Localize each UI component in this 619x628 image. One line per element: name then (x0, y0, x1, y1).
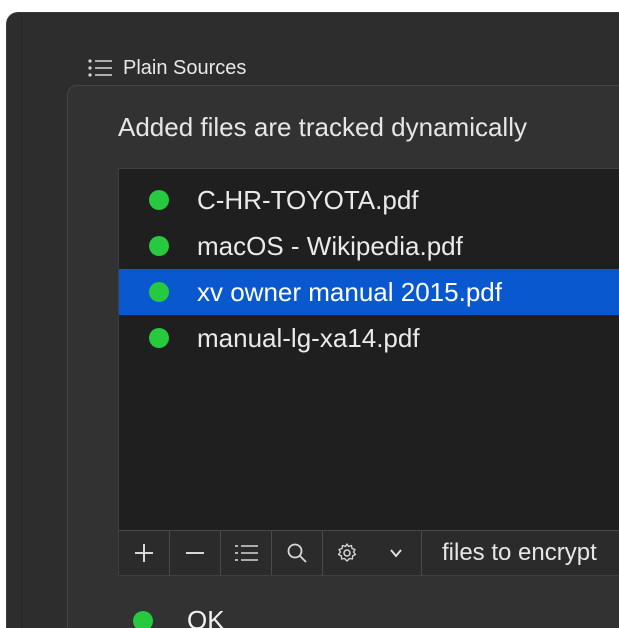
file-list[interactable]: C-HR-TOYOTA.pdf macOS - Wikipedia.pdf xv… (118, 168, 619, 532)
status-text: OK (187, 605, 225, 628)
search-icon (286, 542, 308, 564)
list-icon (87, 58, 113, 78)
list-item[interactable]: macOS - Wikipedia.pdf (119, 223, 619, 269)
gear-icon (335, 541, 359, 565)
add-button[interactable] (119, 531, 170, 575)
status-dot (149, 282, 169, 302)
status-dot (149, 236, 169, 256)
list-item-selected[interactable]: xv owner manual 2015.pdf (119, 269, 619, 315)
status-dot (149, 190, 169, 210)
status-dot (149, 328, 169, 348)
window-edge (21, 13, 22, 628)
file-name: C-HR-TOYOTA.pdf (197, 185, 419, 216)
plus-icon (133, 542, 155, 564)
file-name: xv owner manual 2015.pdf (197, 277, 502, 308)
list-options-button[interactable] (221, 531, 272, 575)
list-item[interactable]: manual-lg-xa14.pdf (119, 315, 619, 361)
plain-sources-group: Added files are tracked dynamically C-HR… (67, 85, 619, 628)
list-item[interactable]: C-HR-TOYOTA.pdf (119, 177, 619, 223)
app-window: Plain Sources Added files are tracked dy… (6, 12, 619, 628)
minus-icon (184, 542, 206, 564)
description-text: Added files are tracked dynamically (118, 112, 527, 143)
status-indicator: OK (133, 605, 225, 628)
list-toolbar: files to encrypt (118, 530, 619, 576)
section-title: Plain Sources (123, 57, 246, 80)
settings-button[interactable] (323, 531, 371, 575)
settings-dropdown-button[interactable] (371, 531, 422, 575)
file-name: macOS - Wikipedia.pdf (197, 231, 463, 262)
file-name: manual-lg-xa14.pdf (197, 323, 420, 354)
section-header: Plain Sources (87, 53, 246, 83)
chevron-down-icon (388, 547, 404, 559)
list-icon (233, 543, 259, 563)
status-dot (133, 611, 153, 628)
remove-button[interactable] (170, 531, 221, 575)
search-button[interactable] (272, 531, 323, 575)
toolbar-label: files to encrypt (422, 539, 597, 567)
